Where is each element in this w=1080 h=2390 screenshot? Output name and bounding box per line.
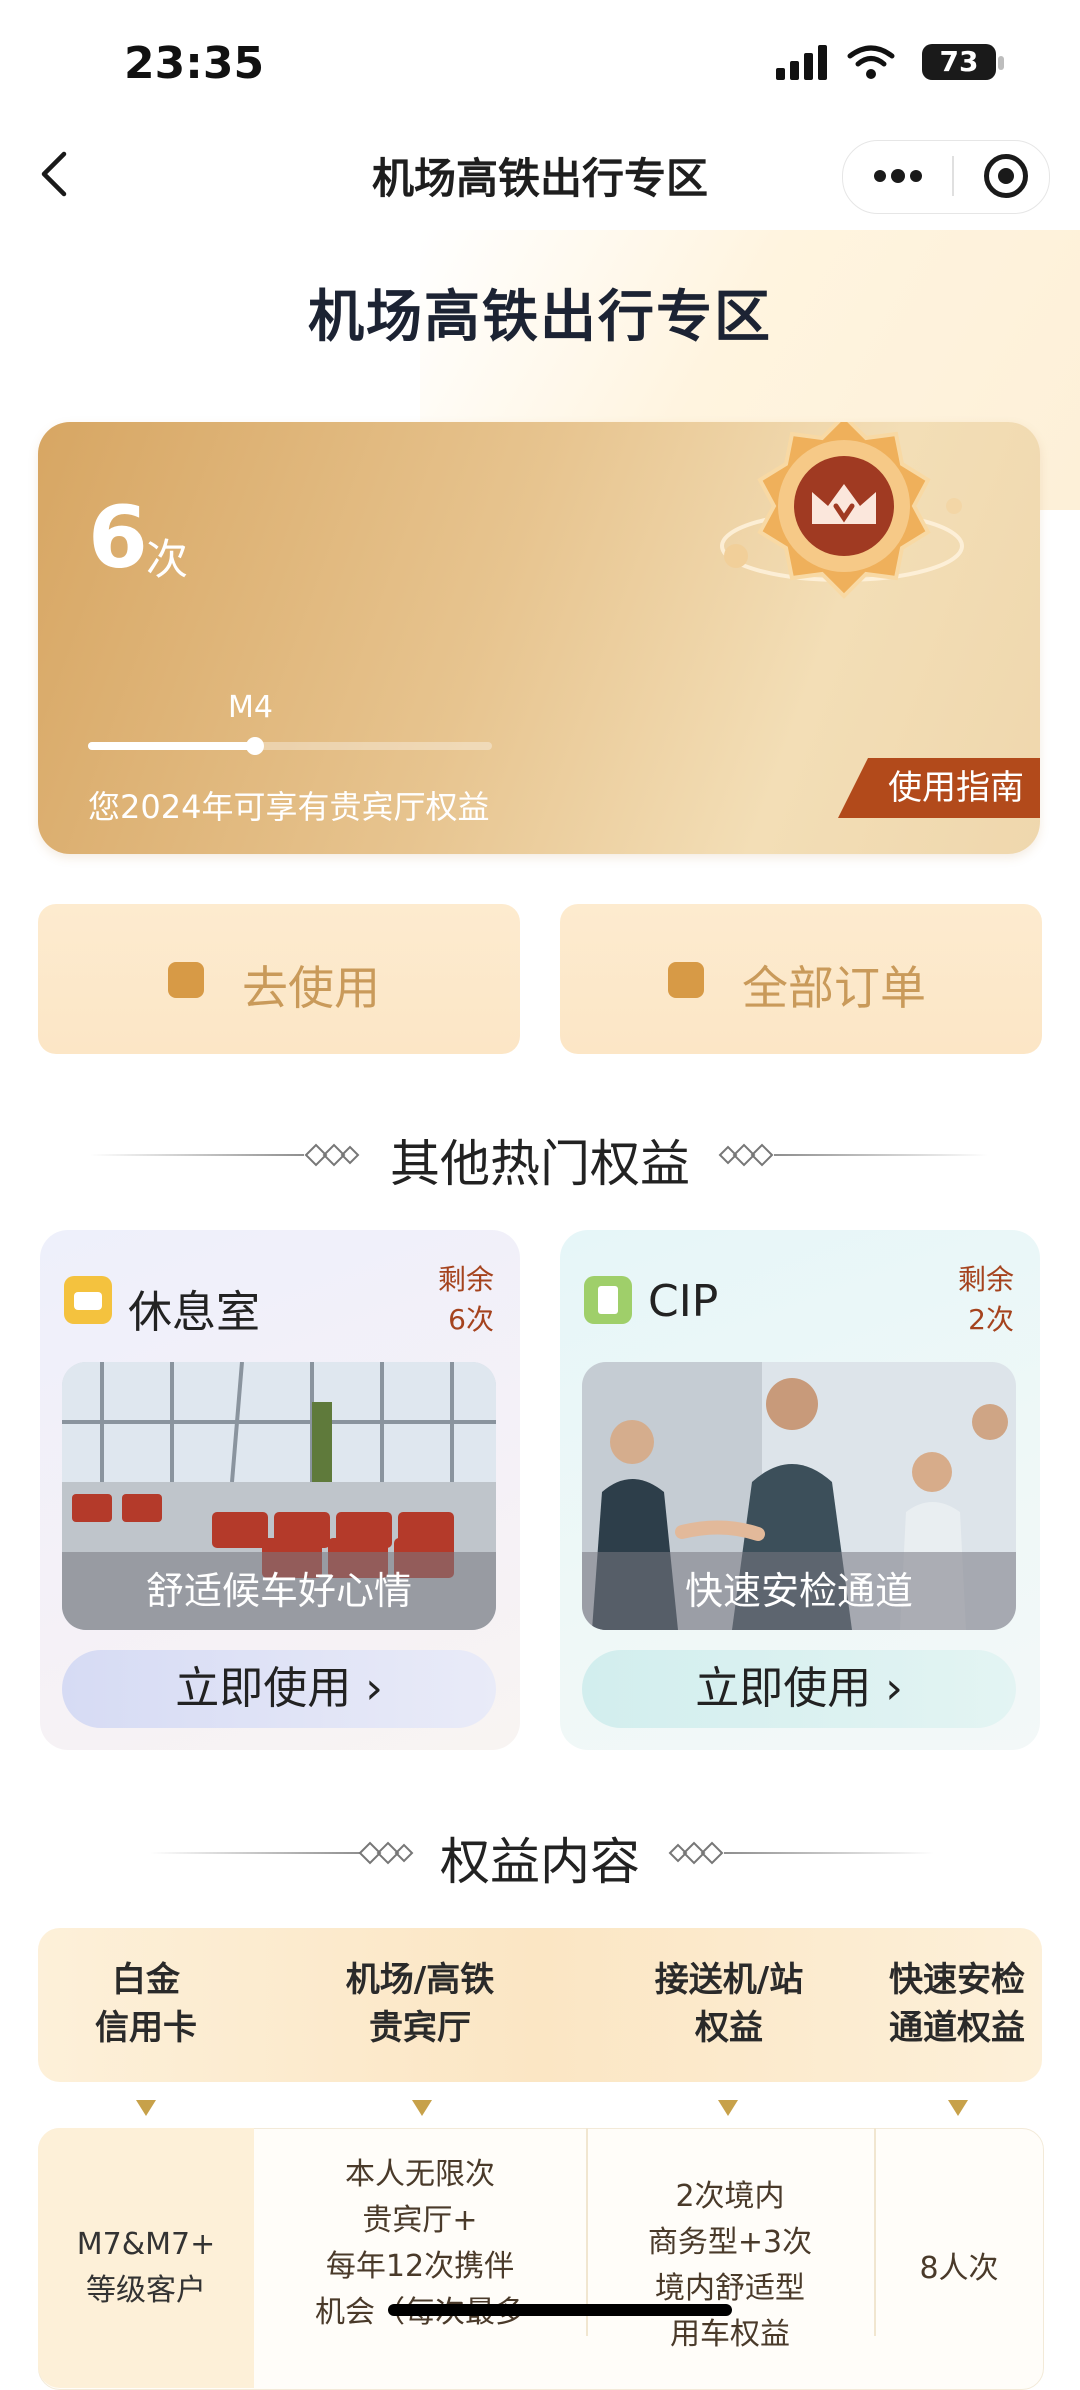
member-level-label: M4	[228, 690, 273, 725]
remaining-value: 6次	[448, 1303, 494, 1336]
cip-title: CIP	[648, 1276, 719, 1327]
remaining-label: 剩余	[957, 1263, 1014, 1296]
remaining-value: 2次	[968, 1303, 1014, 1336]
table-cell: 8人次	[919, 2251, 999, 2286]
ticket-icon	[168, 962, 204, 998]
column-divider	[874, 2128, 876, 2336]
cip-caption: 快速安检通道	[582, 1552, 1016, 1630]
more-icon[interactable]	[872, 164, 924, 188]
remaining-label: 剩余	[437, 1263, 494, 1296]
lounge-remaining: 剩余 6次	[438, 1260, 494, 1340]
lounge-card[interactable]: 休息室 剩余 6次 舒适候车好心情 立即使用 ›	[40, 1230, 520, 1750]
table-header-cell: 快速安检 通道权益	[889, 1960, 1025, 2048]
section-divider-right	[724, 1852, 934, 1854]
usage-guide-button[interactable]: 使用指南	[838, 758, 1040, 818]
table-cell: M7&M7+ 等级客户	[76, 2227, 216, 2308]
lounge-title: 休息室	[128, 1287, 260, 1338]
level-progress-marker	[246, 737, 264, 755]
status-time: 23:35	[124, 38, 265, 89]
section-title-hot-benefits: 其他热门权益	[390, 1135, 690, 1193]
cip-photo: 快速安检通道	[582, 1362, 1016, 1630]
lounge-caption: 舒适候车好心情	[62, 1552, 496, 1630]
signal-icon	[776, 45, 895, 80]
benefit-description: 您2024年可享有贵宾厅权益	[88, 788, 490, 826]
all-orders-button[interactable]: 全部订单	[560, 904, 1042, 1054]
benefit-count: 6	[88, 488, 148, 588]
go-use-label: 去使用	[242, 961, 380, 1015]
sofa-icon	[64, 1276, 112, 1324]
lounge-use-now-button[interactable]: 立即使用 ›	[62, 1650, 496, 1728]
battery-icon: 73	[922, 44, 996, 80]
ornament-icon	[668, 1841, 724, 1865]
order-list-icon	[668, 962, 704, 998]
cip-use-now-button[interactable]: 立即使用 ›	[582, 1650, 1016, 1728]
section-divider-right	[774, 1154, 988, 1156]
caret-down-icon	[136, 2100, 156, 2116]
ornament-icon	[718, 1143, 774, 1167]
table-header-cell: 机场/高铁 贵宾厅	[345, 1960, 495, 2048]
caret-down-icon	[412, 2100, 432, 2116]
battery-tip	[998, 56, 1004, 70]
table-cell: 2次境内 商务型+3次 境内舒适型 用车权益	[647, 2179, 813, 2352]
document-icon	[584, 1276, 632, 1324]
lounge-photo: 舒适候车好心情	[62, 1362, 496, 1630]
level-progress-fill	[88, 742, 256, 750]
close-mini-program-icon[interactable]	[984, 154, 1028, 198]
benefit-count-unit: 次	[146, 535, 189, 584]
all-orders-label: 全部订单	[742, 961, 926, 1015]
home-indicator[interactable]	[388, 2304, 732, 2316]
table-header-cell: 白金 信用卡	[95, 1960, 197, 2048]
capsule-divider	[952, 156, 954, 196]
cip-remaining: 剩余 2次	[958, 1260, 1014, 1340]
crown-medal-icon	[720, 422, 964, 599]
go-use-button[interactable]: 去使用	[38, 904, 520, 1054]
caret-down-icon	[948, 2100, 968, 2116]
lounge-benefit-card: 6 次 M4 您2024年可享有贵宾厅权益 使用指南	[38, 422, 1040, 854]
page-heading: 机场高铁出行专区	[308, 285, 772, 350]
section-title-benefit-content: 权益内容	[440, 1833, 640, 1891]
cip-card[interactable]: CIP 剩余 2次 快速安检通道 立即使用 ›	[560, 1230, 1040, 1750]
caret-down-icon	[718, 2100, 738, 2116]
table-header-cell: 接送机/站 权益	[654, 1960, 804, 2048]
